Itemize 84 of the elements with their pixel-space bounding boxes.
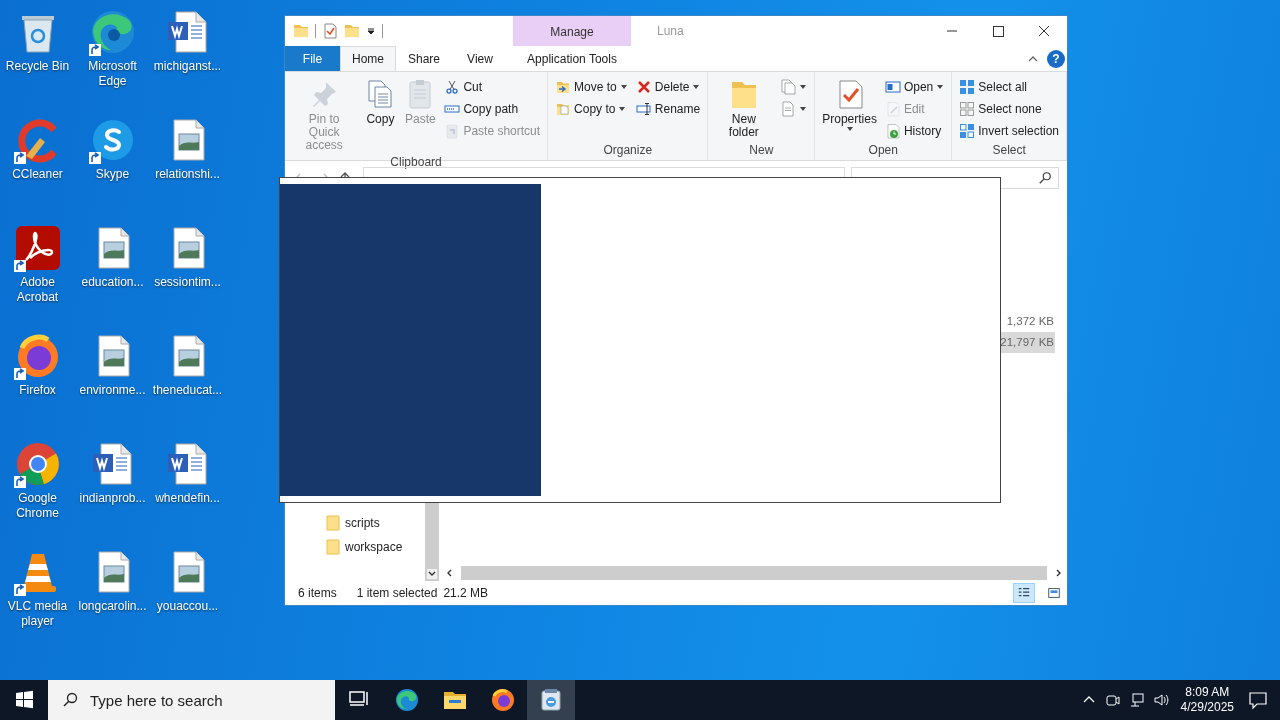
file-size-cell[interactable]: 21,797 KB [998, 332, 1055, 353]
document-icon [780, 101, 797, 117]
scroll-thumb[interactable] [461, 566, 1047, 580]
ribbon-button[interactable]: Move to [552, 76, 631, 98]
window-title: Luna [656, 23, 685, 40]
ribbon-button[interactable]: Properties [819, 76, 880, 137]
grid-icon [959, 79, 976, 95]
shortcut-arrow-icon [13, 476, 26, 488]
search-icon[interactable] [1038, 171, 1052, 185]
browser-icon [491, 688, 515, 712]
installer-icon [539, 688, 563, 712]
ribbon-tab[interactable]: Share [396, 46, 452, 71]
selection-info: 1 item selected [356, 586, 438, 600]
network-icon[interactable] [1128, 692, 1145, 708]
caret-icon[interactable] [366, 26, 376, 36]
delete-icon [635, 79, 652, 95]
pencil-document-icon [884, 101, 901, 117]
ribbon-group-label: Open [867, 142, 899, 159]
search-icon [62, 692, 78, 708]
nav-folder-item[interactable]: workspace [285, 535, 425, 559]
caret-icon [799, 106, 808, 112]
taskbar-app-button[interactable] [527, 680, 575, 720]
clipboard-icon [444, 123, 461, 139]
ribbon-group-label: Organize [602, 142, 654, 159]
caret-icon [799, 84, 808, 90]
ribbon-tab[interactable]: Application Tools [513, 46, 631, 71]
folder-arrow-icon [555, 79, 572, 95]
ribbon-button[interactable]: Delete [632, 76, 704, 98]
selection-size: 21.2 MB [443, 586, 489, 600]
meet-now-icon[interactable] [1104, 692, 1121, 708]
contextual-tab-header: Manage [513, 16, 631, 46]
grid-icon [959, 101, 976, 117]
clock-document-icon [884, 123, 901, 139]
shortcut-arrow-icon [13, 260, 26, 272]
ribbon-button[interactable]: Select all [956, 76, 1062, 98]
caret-icon [845, 126, 854, 132]
view-button[interactable] [1013, 583, 1035, 603]
notification-icon[interactable] [1248, 690, 1268, 710]
shortcut-arrow-icon [88, 44, 101, 56]
properties-icon[interactable] [322, 23, 338, 39]
volume-icon[interactable] [1152, 692, 1169, 708]
ribbon-button[interactable]: New folder [712, 76, 776, 141]
browser-icon [395, 688, 419, 712]
taskbar-search-field[interactable]: Type here to search [48, 680, 335, 720]
ribbon-button[interactable]: Copy [361, 76, 400, 128]
shortcut-arrow-icon [88, 152, 101, 164]
ribbon-tab[interactable]: File [285, 46, 340, 71]
scissors-icon [444, 79, 461, 95]
caret-icon [692, 84, 701, 90]
ribbon-button[interactable]: Invert selection [956, 120, 1062, 142]
caret-icon [618, 106, 627, 112]
shortcut-arrow-icon [13, 584, 26, 596]
ribbon-button[interactable]: Select none [956, 98, 1062, 120]
ribbon-button[interactable]: Open [881, 76, 948, 98]
item-count: 6 items [298, 586, 337, 600]
ribbon-tab[interactable]: Home [340, 46, 396, 71]
ribbon-button[interactable]: Copy path [441, 98, 544, 120]
folder-icon [325, 515, 341, 531]
help-button[interactable]: ? [1047, 49, 1065, 68]
ribbon-button[interactable]: History [881, 120, 948, 142]
shortcut-arrow-icon [13, 368, 26, 380]
clock-time[interactable]: 8:09 AM [1185, 685, 1230, 700]
ribbon-button[interactable]: Rename [632, 98, 704, 120]
folder-document-icon [555, 101, 572, 117]
large-icons-view-icon [1047, 586, 1061, 600]
ribbon-group-label: Clipboard [389, 154, 443, 170]
file-size-cell[interactable]: 1,372 KB [1004, 311, 1055, 332]
app-icon [13, 224, 62, 272]
shortcut-arrow-icon [13, 152, 26, 164]
ribbon-group-label: New [748, 142, 775, 159]
rename-icon [635, 101, 652, 117]
grid-icon [959, 123, 976, 139]
documents-icon [780, 79, 797, 95]
ribbon-group-label: Select [991, 142, 1027, 159]
folder-icon [325, 539, 341, 555]
scroll-down-icon[interactable] [427, 569, 437, 579]
nav-folder-item[interactable]: scripts [285, 511, 425, 535]
ribbon-tab[interactable]: View [452, 46, 508, 71]
caret-icon [936, 84, 945, 90]
ribbon-button[interactable]: Copy to [552, 98, 631, 120]
window-icon [884, 79, 901, 95]
ribbon-button[interactable]: Cut [441, 76, 544, 98]
clock-date[interactable]: 4/29/2025 [1180, 700, 1234, 715]
caret-icon [619, 84, 628, 90]
